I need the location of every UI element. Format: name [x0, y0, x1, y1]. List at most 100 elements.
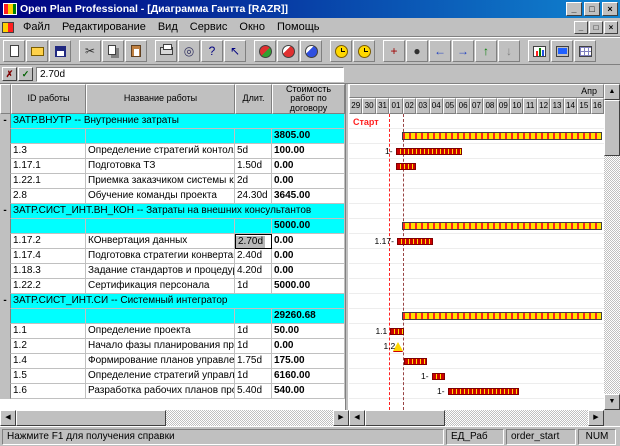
cell-id[interactable]: 1.4 — [11, 354, 86, 369]
cell-name[interactable]: Начало фазы планирования проекта — [86, 339, 235, 354]
indent-button[interactable]: → — [452, 40, 474, 62]
move-up-button[interactable]: ↑ — [475, 40, 497, 62]
minimize-button[interactable]: _ — [566, 2, 582, 16]
task-bar[interactable] — [396, 148, 463, 155]
task-bar[interactable] — [397, 238, 433, 245]
cell-cost[interactable]: 0.00 — [272, 249, 345, 264]
table-row-18[interactable]: 1.5Определение стратегий управления и1d6… — [0, 369, 345, 384]
table-row-6[interactable]: 2.8Обучение команды проекта24.30d3645.00 — [0, 189, 345, 204]
resource-analysis-button[interactable] — [277, 40, 299, 62]
menu-item-5[interactable]: Окно — [233, 19, 271, 35]
cell-cost[interactable]: 5000.00 — [272, 279, 345, 294]
cell-cost[interactable]: 6160.00 — [272, 369, 345, 384]
table-scroll-thumb[interactable] — [16, 410, 166, 426]
table-row-10[interactable]: 1.17.4Подготовка стратегии конвертации2.… — [0, 249, 345, 264]
cell-id[interactable]: 1.6 — [11, 384, 86, 399]
cell-duration[interactable] — [235, 309, 272, 324]
cell-duration[interactable]: 5.40d — [235, 384, 272, 399]
context-help-button[interactable]: ↖ — [224, 40, 246, 62]
vertical-scroll-thumb[interactable] — [604, 100, 620, 156]
outdent-button[interactable]: ← — [429, 40, 451, 62]
menu-item-6[interactable]: Помощь — [271, 19, 326, 35]
cell-cost[interactable]: 50.00 — [272, 324, 345, 339]
cell-cost[interactable]: 0.00 — [272, 264, 345, 279]
cell-id[interactable]: 1.17.2 — [11, 234, 86, 249]
cell-name[interactable]: Определение стратегий контоля и отч — [86, 144, 235, 159]
cell-cost[interactable]: 540.00 — [272, 384, 345, 399]
table-row-12[interactable]: 1.22.2Сертификация персонала1d5000.00 — [0, 279, 345, 294]
cell-id[interactable] — [11, 129, 86, 144]
cell-cost[interactable]: 3645.00 — [272, 189, 345, 204]
task-bar[interactable] — [390, 328, 403, 335]
cell-id[interactable]: 1.1 — [11, 324, 86, 339]
time-analysis-button[interactable] — [254, 40, 276, 62]
cell-id[interactable]: 2.8 — [11, 189, 86, 204]
cell-cost[interactable]: 0.00 — [272, 174, 345, 189]
table-scroll-right-button[interactable]: ▶ — [333, 410, 349, 426]
menu-item-3[interactable]: Вид — [152, 19, 184, 35]
table-row-14[interactable]: 29260.68 — [0, 309, 345, 324]
cell-duration[interactable]: 1d — [235, 339, 272, 354]
table-scroll-left-button[interactable]: ◀ — [0, 410, 16, 426]
cell-duration[interactable]: 1.50d — [235, 159, 272, 174]
table-view-button[interactable] — [574, 40, 596, 62]
table-row-19[interactable]: 1.6Разработка рабочих планов проекта5.40… — [0, 384, 345, 399]
save-button[interactable] — [49, 40, 71, 62]
table-row-16[interactable]: 1.2Начало фазы планирования проекта1d0.0… — [0, 339, 345, 354]
scroll-up-button[interactable]: ▲ — [604, 84, 620, 100]
cell-name[interactable]: Определение стратегий управления и — [86, 369, 235, 384]
row-collapse-marker[interactable]: - — [0, 294, 11, 309]
add-activity-button[interactable]: + — [383, 40, 405, 62]
row-collapse-marker[interactable]: - — [0, 114, 11, 129]
cell-duration[interactable] — [235, 129, 272, 144]
cost-analysis-button[interactable] — [300, 40, 322, 62]
cell-duration[interactable]: 2d — [235, 174, 272, 189]
cell-id[interactable] — [11, 309, 86, 324]
table-horizontal-scrollbar[interactable]: ◀ ▶ — [0, 410, 349, 426]
cell-name[interactable]: Приемка заказчиком системы клиент — [86, 174, 235, 189]
edit-value-field[interactable]: 2.70d — [36, 67, 344, 82]
cell-cost[interactable]: 29260.68 — [272, 309, 345, 324]
cell-cost[interactable]: 0.00 — [272, 159, 345, 174]
table-row-2[interactable]: 3805.00 — [0, 129, 345, 144]
table-row-1[interactable]: -ЗАТР.ВНУТР -- Внутренние затраты — [0, 114, 345, 129]
table-row-17[interactable]: 1.4Формирование планов управления1.75d17… — [0, 354, 345, 369]
cell-name[interactable]: Задание стандартов и процедур по д — [86, 264, 235, 279]
cell-name[interactable]: Подготовка ТЗ — [86, 159, 235, 174]
link-activities-button[interactable]: ● — [406, 40, 428, 62]
scroll-down-button[interactable]: ▼ — [604, 394, 620, 410]
cell-duration[interactable]: 1d — [235, 279, 272, 294]
cell-id[interactable]: 1.17.1 — [11, 159, 86, 174]
menu-item-4[interactable]: Сервис — [184, 19, 234, 35]
paste-button[interactable] — [125, 40, 147, 62]
cell-duration[interactable]: 1.75d — [235, 354, 272, 369]
table-row-11[interactable]: 1.18.3Задание стандартов и процедур по д… — [0, 264, 345, 279]
status-clock-button[interactable] — [353, 40, 375, 62]
cell-id[interactable]: 1.18.3 — [11, 264, 86, 279]
gantt-scroll-left-button[interactable]: ◀ — [349, 410, 365, 426]
gantt-scroll-thumb[interactable] — [365, 410, 445, 426]
cell-name[interactable] — [86, 129, 235, 144]
cell-id[interactable]: 1.22.1 — [11, 174, 86, 189]
cell-duration[interactable] — [235, 219, 272, 234]
cell-name[interactable]: Подготовка стратегии конвертации — [86, 249, 235, 264]
cell-cost[interactable]: 3805.00 — [272, 129, 345, 144]
table-row-9[interactable]: 1.17.2КОнвертация данных2.70d0.00 — [0, 234, 345, 249]
cell-name[interactable]: Определение проекта — [86, 324, 235, 339]
print-button[interactable] — [155, 40, 177, 62]
cell-duration[interactable]: 24.30d — [235, 189, 272, 204]
cancel-edit-button[interactable]: ✗ — [2, 67, 17, 81]
confirm-edit-button[interactable]: ✓ — [18, 67, 33, 81]
cell-id[interactable]: 1.2 — [11, 339, 86, 354]
table-scroll-track[interactable] — [166, 410, 333, 426]
progress-clock-button[interactable] — [330, 40, 352, 62]
cell-cost[interactable]: 175.00 — [272, 354, 345, 369]
vertical-scrollbar[interactable]: ▲ ▼ — [604, 84, 620, 410]
cell-name[interactable]: Формирование планов управления — [86, 354, 235, 369]
summary-bar[interactable] — [402, 132, 602, 140]
task-bar[interactable] — [396, 163, 416, 170]
cut-button[interactable]: ✂ — [79, 40, 101, 62]
gantt-horizontal-scrollbar[interactable]: ◀ ▶ — [349, 410, 604, 426]
row-collapse-marker[interactable]: - — [0, 204, 11, 219]
new-button[interactable] — [3, 40, 25, 62]
